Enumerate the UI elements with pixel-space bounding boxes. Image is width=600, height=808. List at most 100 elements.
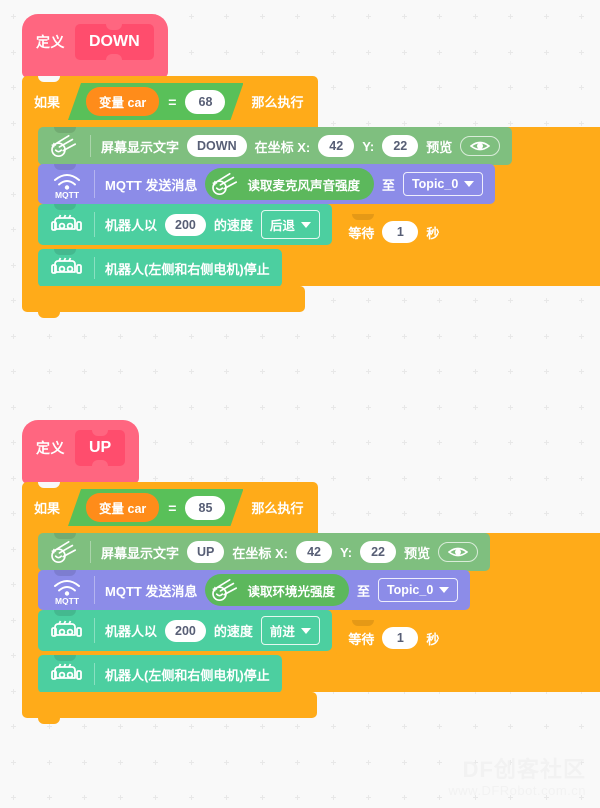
mqtt-send-block[interactable]: MQTT MQTT 发送消息 读取麦克风声音强度 至 Topic_0: [38, 164, 496, 204]
y-label: Y:: [340, 544, 353, 560]
if-block-up[interactable]: 如果 变量 car = 85 那么执行 屏幕显示文字 UP 在坐标 X: 42 …: [22, 482, 600, 724]
mqtt-topic-dropdown[interactable]: Topic_0: [377, 578, 459, 602]
equals-operator-block[interactable]: 变量 car = 85: [68, 489, 243, 526]
if-keyword: 如果: [34, 95, 61, 110]
comet-face-icon: [51, 540, 77, 564]
wait-block[interactable]: 等待 1 秒: [336, 620, 452, 656]
icon-divider: [94, 576, 95, 604]
robot-stop-label: 机器人(左侧和右侧电机)停止: [105, 261, 270, 277]
if-block-header[interactable]: 如果 变量 car = 68 那么执行: [22, 76, 318, 127]
wait-prefix: 等待: [348, 631, 375, 647]
sensor-reporter-label: 读取麦克风声音强度: [247, 178, 360, 193]
robot-move-block[interactable]: 机器人以 200 的速度 后退: [38, 204, 332, 245]
y-input[interactable]: 22: [382, 135, 419, 157]
define-keyword: 定义: [36, 34, 65, 50]
robot-car-icon: [51, 620, 82, 637]
preview-label: 预览: [404, 545, 431, 561]
mqtt-wifi-icon: MQTT: [54, 580, 80, 605]
mqtt-to-label: 至: [381, 177, 395, 193]
variable-name: car: [127, 96, 147, 110]
svg-text:MQTT: MQTT: [55, 190, 80, 199]
chevron-down-icon: [464, 181, 475, 187]
variable-label: 变量: [99, 96, 125, 110]
compare-value-input[interactable]: 68: [185, 90, 225, 114]
wait-block[interactable]: 等待 1 秒: [336, 214, 452, 250]
wait-seconds-input[interactable]: 1: [382, 221, 419, 243]
wait-seconds-input[interactable]: 1: [382, 627, 419, 649]
robot-move-suffix: 的速度: [213, 624, 253, 639]
if-block-body: 屏幕显示文字 UP 在坐标 X: 42 Y: 22 预览 MQTT MQTT 发…: [22, 533, 600, 693]
robot-direction-value: 后退: [269, 219, 295, 233]
robot-speed-input[interactable]: 200: [165, 213, 206, 236]
comet-face-icon: [212, 172, 238, 196]
if-block-down[interactable]: 如果 变量 car = 68 那么执行 屏幕显示文字 DOWN 在坐标 X: 4…: [22, 76, 600, 318]
mqtt-to-label: 至: [356, 583, 370, 599]
robot-direction-dropdown[interactable]: 后退: [260, 210, 320, 239]
equals-operator-block[interactable]: 变量 car = 68: [68, 83, 243, 120]
compare-value-input[interactable]: 85: [185, 496, 225, 520]
robot-car-icon: [51, 214, 82, 231]
equals-sign: =: [168, 93, 177, 110]
robot-move-block[interactable]: 机器人以 200 的速度 前进: [38, 610, 332, 651]
define-hat-block-up[interactable]: 定义 UP: [22, 420, 140, 491]
x-input[interactable]: 42: [296, 541, 333, 563]
wait-suffix: 秒: [426, 225, 440, 241]
mqtt-topic-dropdown[interactable]: Topic_0: [402, 172, 484, 196]
icon-divider: [94, 170, 95, 198]
variable-label: 变量: [99, 502, 125, 516]
robot-stop-block[interactable]: 机器人(左侧和右侧电机)停止: [38, 249, 282, 287]
robot-speed-input[interactable]: 200: [165, 619, 206, 642]
display-text-input[interactable]: DOWN: [187, 135, 247, 157]
preview-label: 预览: [426, 139, 453, 155]
procedure-prototype-up[interactable]: UP: [75, 430, 126, 466]
display-text-input[interactable]: UP: [187, 541, 225, 563]
mqtt-topic-value: Topic_0: [411, 177, 459, 191]
robot-stop-label: 机器人(左侧和右侧电机)停止: [105, 667, 270, 683]
y-input[interactable]: 22: [360, 541, 397, 563]
icon-divider: [94, 212, 95, 237]
script-down[interactable]: 定义 DOWN 如果 变量 car = 68 那么执行 屏幕显示文字 DOWN …: [22, 14, 600, 318]
sensor-reporter-microphone[interactable]: 读取麦克风声音强度: [205, 168, 374, 200]
icon-divider: [94, 663, 95, 685]
icon-divider: [94, 618, 95, 643]
robot-direction-value: 前进: [269, 625, 295, 639]
mqtt-send-label: MQTT 发送消息: [105, 177, 198, 193]
sensor-reporter-ambient-light[interactable]: 读取环境光强度: [205, 574, 349, 606]
procedure-prototype-down[interactable]: DOWN: [75, 24, 154, 60]
if-keyword: 如果: [34, 501, 61, 516]
display-text-label: 屏幕显示文字: [101, 545, 180, 561]
variable-reporter-car[interactable]: 变量 car: [86, 493, 159, 522]
comet-face-icon: [212, 578, 238, 602]
if-block-body: 屏幕显示文字 DOWN 在坐标 X: 42 Y: 22 预览 MQTT MQTT…: [22, 127, 600, 287]
eye-icon: [470, 141, 491, 151]
robot-stop-block[interactable]: 机器人(左侧和右侧电机)停止: [38, 655, 282, 693]
wait-suffix: 秒: [426, 631, 440, 647]
icon-divider: [90, 541, 91, 563]
x-input[interactable]: 42: [318, 135, 355, 157]
mqtt-send-label: MQTT 发送消息: [105, 583, 198, 599]
robot-car-icon: [51, 257, 82, 274]
if-block-footer: [22, 286, 305, 318]
variable-reporter-car[interactable]: 变量 car: [86, 87, 159, 116]
chevron-down-icon: [300, 221, 311, 228]
display-text-block[interactable]: 屏幕显示文字 UP 在坐标 X: 42 Y: 22 预览: [38, 533, 491, 571]
icon-divider: [90, 135, 91, 157]
preview-toggle[interactable]: [438, 542, 479, 562]
mqtt-wifi-icon: MQTT: [54, 174, 80, 199]
mqtt-send-block[interactable]: MQTT MQTT 发送消息 读取环境光强度 至 Topic_0: [38, 570, 471, 610]
robot-move-prefix: 机器人以: [105, 218, 158, 233]
robot-direction-dropdown[interactable]: 前进: [260, 616, 320, 645]
display-text-block[interactable]: 屏幕显示文字 DOWN 在坐标 X: 42 Y: 22 预览: [38, 127, 513, 165]
icon-divider: [94, 257, 95, 279]
preview-toggle[interactable]: [460, 136, 501, 156]
svg-text:MQTT: MQTT: [55, 596, 80, 605]
sensor-reporter-label: 读取环境光强度: [247, 584, 335, 599]
chevron-down-icon: [300, 627, 311, 634]
display-text-label: 屏幕显示文字: [101, 139, 180, 155]
then-keyword: 那么执行: [251, 95, 304, 110]
eye-icon: [448, 547, 469, 557]
x-label: 在坐标 X:: [254, 139, 311, 155]
if-block-header[interactable]: 如果 变量 car = 85 那么执行: [22, 482, 318, 533]
script-up[interactable]: 定义 UP 如果 变量 car = 85 那么执行 屏幕显示文字 UP 在坐标 …: [22, 420, 600, 724]
define-hat-block-down[interactable]: 定义 DOWN: [22, 14, 168, 85]
